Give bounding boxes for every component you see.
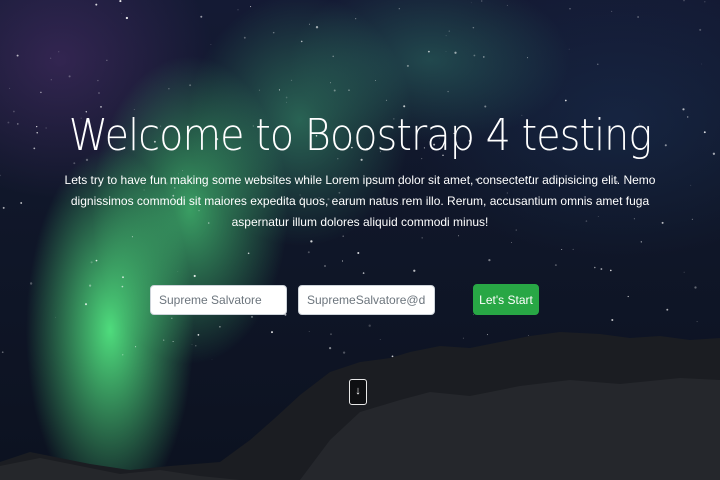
lets-start-button[interactable]: Let's Start [473, 284, 539, 315]
intro-paragraph: Lets try to have fun making some website… [64, 173, 656, 229]
hero-background [0, 0, 720, 480]
page-title: Welcome to Boostrap 4 testing [68, 110, 652, 161]
email-input[interactable] [298, 285, 435, 315]
scroll-down-button[interactable]: ↓ [349, 379, 367, 405]
mountain-silhouette [0, 332, 720, 480]
name-input[interactable] [150, 285, 287, 315]
arrow-down-icon: ↓ [355, 385, 361, 397]
